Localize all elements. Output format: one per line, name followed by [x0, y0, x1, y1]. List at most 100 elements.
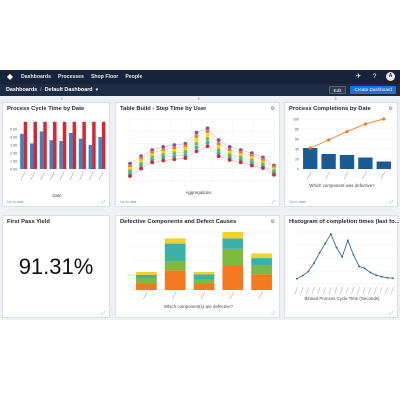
- x-tick-label: [306, 286, 310, 295]
- x-axis-label: Which component(s) are defective?: [163, 304, 234, 309]
- header-actions: Edit Create Dashboard: [328, 86, 396, 94]
- x-tick-label: [79, 171, 84, 181]
- bar: [339, 155, 355, 169]
- data-point: [307, 270, 310, 273]
- breadcrumb-current[interactable]: Default Dashboard: [45, 87, 93, 93]
- stacked-bar-segment: [136, 283, 157, 290]
- y-tick-label: 60: [295, 137, 299, 141]
- panel-defective-components: Defective Components and Defect Causes ⚙…: [115, 215, 280, 318]
- bar: [98, 137, 102, 169]
- nav-item-dashboards[interactable]: Dashboards: [21, 74, 51, 80]
- row-resize-handle-icon[interactable]: ⇕: [60, 97, 63, 101]
- expand-icon[interactable]: ⤢: [102, 199, 105, 204]
- first-pass-yield-value: 91.31%: [18, 254, 94, 279]
- data-point: [386, 276, 389, 279]
- x-tick-label: [317, 286, 321, 295]
- expand-icon[interactable]: ⤢: [272, 310, 275, 315]
- panel-title: Process Completions by Date: [289, 106, 371, 112]
- x-tick-label: [171, 291, 177, 300]
- app-logo-icon[interactable]: ◆: [5, 72, 15, 82]
- nav-item-shop-floor[interactable]: Shop Floor: [91, 74, 118, 80]
- data-point: [341, 256, 344, 258]
- data-point: [296, 277, 298, 280]
- x-tick-label: [20, 171, 26, 181]
- bar: [29, 143, 34, 169]
- data-point: [183, 156, 188, 160]
- panel-histogram-completion-times: Histogram of completion times (last fo..…: [284, 215, 400, 318]
- data-point: [369, 271, 372, 274]
- panel-status: Up to date: [7, 200, 24, 204]
- y-tick-label: 0: [297, 167, 299, 171]
- data-point: [194, 138, 199, 142]
- stacked-bar-segment: [136, 278, 157, 284]
- create-dashboard-button[interactable]: Create Dashboard: [350, 86, 396, 94]
- bar: [72, 121, 77, 169]
- row-resize-handle-icon[interactable]: ⇕: [334, 97, 337, 101]
- help-icon[interactable]: ?: [370, 72, 379, 81]
- data-point: [301, 274, 304, 277]
- nav-item-processes[interactable]: Processes: [58, 74, 84, 80]
- data-point: [375, 274, 377, 277]
- x-tick-label: [143, 291, 148, 300]
- panel-process-completions: Process Completions by Date ⚙ 100 80 60 40 2…: [284, 102, 398, 207]
- stacked-bar-segment: [193, 274, 215, 280]
- data-point: [308, 146, 312, 150]
- expand-icon[interactable]: ⤢: [390, 199, 393, 204]
- defective-components-chart: [132, 231, 276, 300]
- data-point: [216, 138, 221, 142]
- data-point: [194, 145, 199, 150]
- broadcast-icon[interactable]: ✈: [354, 72, 363, 81]
- breadcrumb-separator: /: [40, 87, 42, 93]
- edit-button[interactable]: Edit: [328, 86, 347, 94]
- dashboard-header-bar: Dashboards / Default Dashboard ▾ Edit Cr…: [0, 84, 400, 96]
- x-axis-label: Date: [52, 193, 62, 198]
- data-point: [194, 149, 199, 154]
- bar: [78, 138, 83, 169]
- data-point: [150, 160, 155, 165]
- panel-title: Table Build - Step Time by User: [120, 106, 207, 112]
- histogram-line: [296, 233, 394, 280]
- x-tick-label: [379, 286, 383, 295]
- bar: [62, 121, 67, 169]
- x-tick-label: [362, 286, 366, 295]
- expand-icon[interactable]: ⤢: [272, 199, 275, 204]
- stacked-bar-segment: [136, 274, 157, 279]
- bar: [59, 141, 63, 169]
- data-point: [261, 166, 265, 170]
- row-resize-handle-icon[interactable]: ⇕: [197, 97, 200, 101]
- panel-title: Histogram of completion times (last fo..…: [289, 219, 400, 225]
- data-point: [346, 239, 349, 242]
- breadcrumb-root[interactable]: Dashboards: [6, 87, 37, 93]
- bar: [376, 161, 391, 169]
- panel-options-icon[interactable]: ⚙: [271, 106, 275, 112]
- data-point: [363, 122, 367, 126]
- x-tick-label: [390, 286, 394, 295]
- x-tick-label: [325, 171, 330, 180]
- panel-options-icon[interactable]: ⚙: [389, 106, 393, 112]
- chevron-down-icon[interactable]: ▾: [96, 87, 99, 93]
- expand-icon[interactable]: ⤢: [390, 310, 393, 315]
- stacked-bar-segment: [193, 272, 215, 275]
- data-point: [227, 158, 232, 162]
- panel-title: Defective Components and Defect Causes: [120, 219, 237, 225]
- data-point: [363, 267, 366, 270]
- bar: [321, 154, 336, 169]
- x-tick-label: [322, 286, 326, 295]
- y-tick-label: 80: [295, 127, 299, 131]
- nav-item-people[interactable]: People: [125, 74, 142, 80]
- data-point: [128, 174, 132, 178]
- x-tick-label: [30, 171, 35, 181]
- data-point: [313, 262, 315, 265]
- data-point: [238, 160, 243, 165]
- user-avatar[interactable]: A: [386, 72, 395, 81]
- expand-icon[interactable]: ⤢: [102, 310, 105, 315]
- data-point: [382, 117, 386, 121]
- data-point: [318, 251, 321, 254]
- y-tick-label: 5.00: [10, 127, 17, 131]
- bar: [303, 148, 318, 169]
- x-axis-label: Aggregations: [185, 190, 212, 195]
- stacked-bar-segment: [193, 283, 215, 290]
- x-tick-label: [258, 291, 263, 300]
- x-tick-label: [49, 171, 55, 181]
- panel-options-icon[interactable]: ⚙: [271, 219, 275, 225]
